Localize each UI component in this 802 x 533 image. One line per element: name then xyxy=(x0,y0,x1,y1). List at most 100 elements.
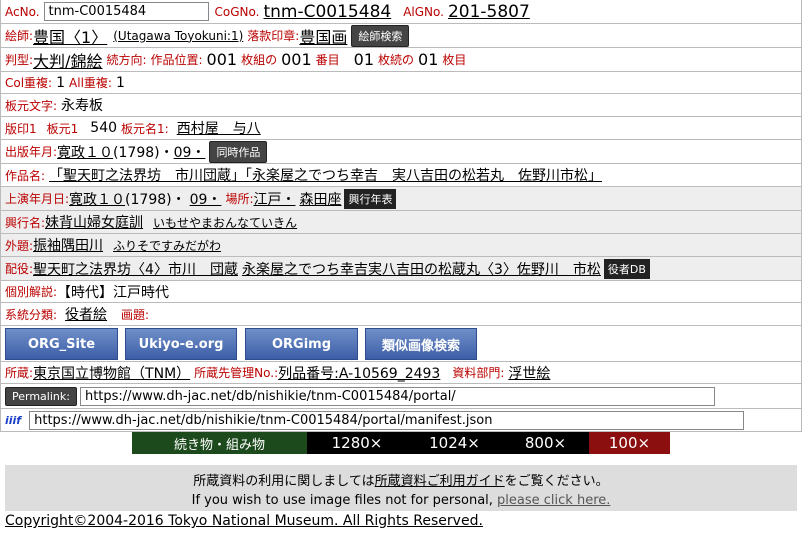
title-link[interactable]: 「聖天町之法界坊 市川団蔵」「永楽屋之でつち幸吉 実八吉田の松若丸 佐野川市松」 xyxy=(49,165,602,185)
pub-year: (1798)・ xyxy=(113,144,174,161)
hankei-label: 判型: xyxy=(5,53,34,67)
cogno-label: CoGNo. xyxy=(214,4,260,19)
similar-image-search-button[interactable]: 類似画像検索 xyxy=(365,328,477,360)
usage-en-pre: If you wish to use image files not for p… xyxy=(191,493,498,508)
holder-link[interactable]: 東京国立博物館（TNM） xyxy=(33,363,190,383)
size-100-button[interactable]: 100× xyxy=(589,432,670,454)
theater-link[interactable]: 森田座 xyxy=(299,189,341,209)
acno-input[interactable]: tnm-C0015484 xyxy=(43,2,209,21)
pub-era-link[interactable]: 寛政１０ xyxy=(57,142,113,162)
orgimg-button[interactable]: ORGimg xyxy=(245,328,358,360)
haiyaku-label: 配役: xyxy=(5,262,34,276)
usage-line-en: If you wish to use image files not for p… xyxy=(5,493,797,508)
permalink-input[interactable]: https://www.dh-jac.net/db/nishikie/tnm-C… xyxy=(79,386,715,406)
position-value: 001 xyxy=(206,50,238,69)
maigumi-value: 001 xyxy=(281,50,312,69)
artist-search-button[interactable]: 絵師検索 xyxy=(351,24,410,47)
eshi-label: 絵師: xyxy=(5,29,34,43)
maime-label: 枚目 xyxy=(442,53,467,67)
usage-guide-link[interactable]: 所蔵資料ご利用ガイド xyxy=(375,474,505,489)
row-duplicates: Col重複: 1 All重複: 1 xyxy=(1,72,801,94)
series-button[interactable]: 続き物・組み物 xyxy=(132,432,307,454)
gedai-link[interactable]: 振袖隅田川 xyxy=(33,235,103,255)
actor-db-button[interactable]: 役者DB xyxy=(603,258,650,279)
org-site-button[interactable]: ORG_Site xyxy=(5,328,118,360)
pub-month-link[interactable]: 09・ xyxy=(174,142,206,162)
gadai-label: 画題: xyxy=(121,307,150,322)
acno-label: AcNo. xyxy=(5,4,40,19)
maigumi-label: 枚組の xyxy=(241,53,278,67)
maizoku-label: 枚続の xyxy=(378,53,415,67)
col-value: 1 xyxy=(56,74,66,91)
shozo-label: 所蔵: xyxy=(5,366,34,380)
size-1280-button[interactable]: 1280× xyxy=(307,432,407,454)
copyright[interactable]: Copyright©2004-2016 Tokyo National Museu… xyxy=(5,513,483,529)
format-link[interactable]: 大判/錦絵 xyxy=(33,48,102,71)
size-1024-button[interactable]: 1024× xyxy=(407,432,502,454)
usage-line-jp: 所蔵資料の利用に関しましては所蔵資料ご利用ガイドをご覧ください。 xyxy=(5,470,797,489)
zoku-value: 01 xyxy=(353,50,375,69)
row-title: 作品名: 「聖天町之法界坊 市川団蔵」「永楽屋之でつち幸吉 実八吉田の松若丸 佐… xyxy=(1,164,801,187)
row-pub-date: 出版年月: 寛政１０ (1798)・ 09・ 同時作品 xyxy=(1,140,801,164)
banme-label: 番目 xyxy=(315,53,340,67)
manifest-input[interactable]: https://www.dh-jac.net/db/nishikie/tnm-C… xyxy=(29,410,745,430)
row-holder: 所蔵: 東京国立博物館（TNM） 所蔵先管理No.: 列品番号:A-10569_… xyxy=(1,362,801,384)
all-value: 1 xyxy=(115,74,125,91)
zoku-label: 続方向: xyxy=(106,53,147,67)
gedai-label: 外題: xyxy=(5,238,34,253)
iiif-icon[interactable]: iiif xyxy=(5,414,21,427)
rakkan-label: 落款印章: xyxy=(247,29,300,43)
hanmoto1-label: 板元1 xyxy=(46,121,79,136)
shuppan-label: 出版年月: xyxy=(5,145,58,159)
hanmoto1-value: 540 xyxy=(90,120,118,136)
perf-month-link[interactable]: 09・ xyxy=(190,189,222,209)
usage-jp-pre: 所蔵資料の利用に関しましては xyxy=(193,474,375,489)
classification-link[interactable]: 役者絵 xyxy=(65,304,107,324)
gedai-kana-link[interactable]: ふりそですみだがわ xyxy=(113,237,221,254)
size-800-button[interactable]: 800× xyxy=(502,432,589,454)
all-label: All重複: xyxy=(69,76,112,90)
row-ids: AcNo. tnm-C0015484 CoGNo. tnm-C0015484 A… xyxy=(1,0,801,24)
department-link[interactable]: 浮世絵 xyxy=(508,363,550,383)
row-cast: 配役: 聖天町之法界坊〈4〉市川 団蔵 永楽屋之でつち幸吉実八吉田の松蔵丸〈3〉… xyxy=(1,257,801,281)
kogyo-name-link[interactable]: 妹背山婦女庭訓 xyxy=(45,212,143,232)
management-no-link[interactable]: 列品番号:A-10569_2493 xyxy=(278,363,440,383)
row-manifest: iiif https://www.dh-jac.net/db/nishikie/… xyxy=(1,409,801,432)
cast-link-1[interactable]: 聖天町之法界坊〈4〉市川 団蔵 xyxy=(33,259,238,279)
kogyo-chronology-button[interactable]: 興行年表 xyxy=(344,188,397,209)
rakkan-link[interactable]: 豊国画 xyxy=(299,24,347,47)
permalink-label: Permalink: xyxy=(5,386,77,406)
joen-label: 上演年月日: xyxy=(5,192,70,206)
kobetsu-label: 個別解説: xyxy=(5,285,58,299)
cogno-link[interactable]: tnm-C0015484 xyxy=(263,2,391,22)
kogyo-kana-link[interactable]: いもせやまおんなていきん xyxy=(153,214,297,231)
publisher-name-link[interactable]: 西村屋 与八 xyxy=(177,118,261,138)
row-commentary: 個別解説: 【時代】江戸時代 xyxy=(1,281,801,303)
perf-year: (1798)・ xyxy=(125,191,186,208)
artist-link[interactable]: 豊国〈1〉 xyxy=(33,24,107,47)
place-link[interactable]: 江戸・ xyxy=(253,189,295,209)
ukiyoe-org-button[interactable]: Ukiyo-e.org xyxy=(125,328,237,360)
row-permalink: Permalink: https://www.dh-jac.net/db/nis… xyxy=(1,384,801,409)
row-format: 判型: 大判/錦絵 続方向: 作品位置: 001 枚組の 001 番目 01 枚… xyxy=(1,48,801,72)
kanri-label: 所蔵先管理No.: xyxy=(194,366,279,380)
bumon-label: 資料部門: xyxy=(452,366,505,380)
commentary-value: 【時代】江戸時代 xyxy=(57,284,170,301)
row-kogyo: 興行名: 妹背山婦女庭訓 いもせやまおんなていきん xyxy=(1,211,801,234)
perf-era-link[interactable]: 寛政１０ xyxy=(69,189,125,209)
cast-link-2[interactable]: 永楽屋之でつち幸吉実八吉田の松蔵丸〈3〉佐野川 市松 xyxy=(242,259,601,279)
keito-label: 系統分類: xyxy=(5,307,58,322)
row-performance: 上演年月日: 寛政１０ (1798)・ 09・ 場所: 江戸・ 森田座 興行年表 xyxy=(1,187,801,211)
row-gedai: 外題: 振袖隅田川 ふりそですみだがわ xyxy=(1,234,801,257)
algno-label: AlGNo. xyxy=(403,4,444,19)
row-publisher: 版印1 板元1 540 板元名1: 西村屋 与八 xyxy=(1,117,801,140)
usage-notice: 所蔵資料の利用に関しましては所蔵資料ご利用ガイドをご覧ください。 If you … xyxy=(5,465,797,511)
same-period-button[interactable]: 同時作品 xyxy=(209,140,268,163)
row-classification: 系統分類: 役者絵 画題: xyxy=(1,303,801,326)
artist-romaji-link[interactable]: (Utagawa Toyokuni:1) xyxy=(113,29,243,43)
hanin-label: 版印1 xyxy=(5,121,37,136)
col-label: Col重複: xyxy=(5,76,53,90)
algno-link[interactable]: 201-5807 xyxy=(448,2,530,22)
catalog-table: AcNo. tnm-C0015484 CoGNo. tnm-C0015484 A… xyxy=(0,0,802,432)
usage-en-link[interactable]: please click here. xyxy=(497,493,610,508)
